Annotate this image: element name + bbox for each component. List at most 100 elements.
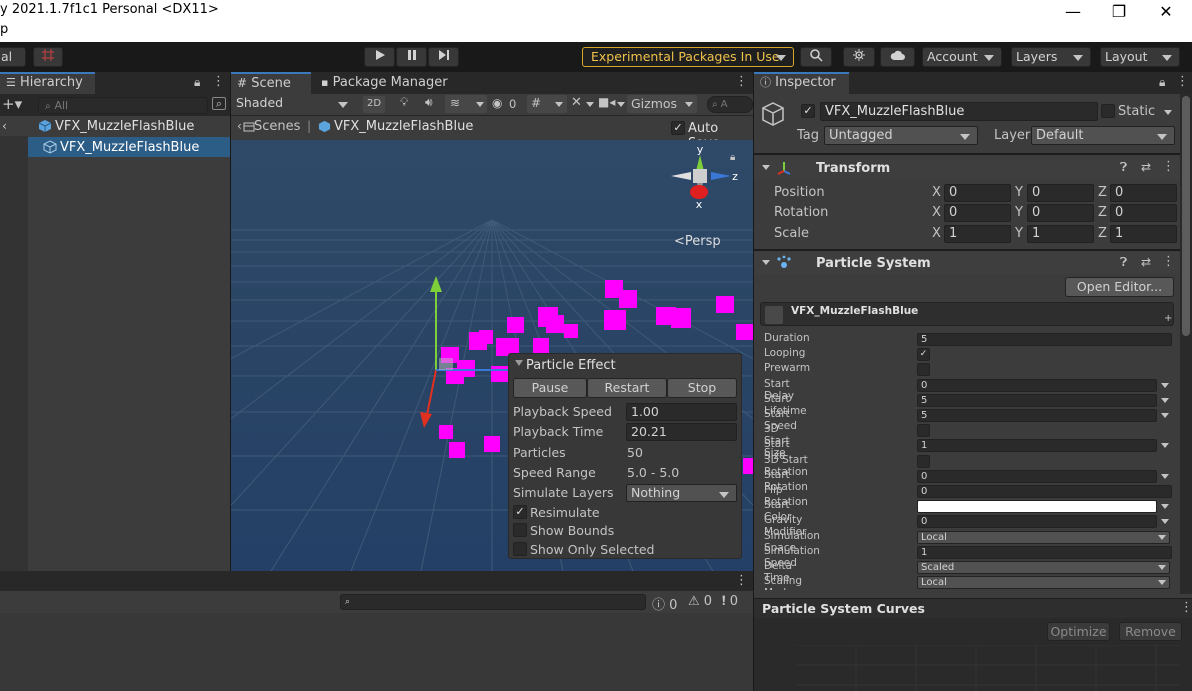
optimize-button[interactable]: Optimize <box>1047 622 1110 641</box>
collapse-triangle-icon[interactable] <box>762 260 770 265</box>
play-button[interactable] <box>364 47 395 67</box>
back-chevron-icon[interactable]: ‹ <box>2 118 7 133</box>
pause-button[interactable] <box>396 47 427 67</box>
tab-inspector[interactable]: ⓘ Inspector <box>754 72 849 94</box>
preset-icon[interactable]: ⇄ <box>1141 160 1151 174</box>
scene-search-input[interactable]: ⌕ A <box>707 96 753 113</box>
cloud-button[interactable] <box>880 47 915 67</box>
account-dropdown[interactable]: Account <box>922 47 1002 67</box>
curves-header[interactable]: Particle System Curves ⋮ <box>754 598 1192 618</box>
shading-mode-dropdown[interactable]: Shaded <box>231 95 355 113</box>
error-count-button[interactable]: ❗︎ 0 <box>722 594 738 609</box>
kebab-menu-icon[interactable]: ⋮ <box>735 573 748 588</box>
static-checkbox[interactable] <box>1101 104 1115 118</box>
tab-package-manager[interactable]: ▪ Package Manager <box>315 72 465 94</box>
hidden-objects-toggle[interactable]: ◉ 0 <box>492 95 528 113</box>
lock-icon[interactable]: 🔒︎ <box>730 152 735 163</box>
tab-hierarchy[interactable]: ☰ Hierarchy <box>0 72 95 94</box>
effects-dropdown[interactable]: ≋ <box>445 95 487 113</box>
transform-y-field[interactable]: 0 <box>1027 184 1094 202</box>
hierarchy-scene-row[interactable]: ‹ VFX_MuzzleFlashBlue <box>0 116 230 136</box>
kebab-menu-icon[interactable]: ⋮ <box>1162 254 1175 269</box>
show-only-selected-checkbox[interactable] <box>513 542 527 556</box>
chevron-down-icon[interactable] <box>1161 397 1169 403</box>
close-button[interactable]: ✕ <box>1146 2 1186 21</box>
property-checkbox[interactable] <box>917 363 930 377</box>
help-icon[interactable]: ❓︎ <box>1120 160 1127 175</box>
kebab-menu-icon[interactable]: ⋮ <box>1176 74 1189 89</box>
scrollbar-thumb[interactable] <box>1182 96 1190 336</box>
lock-icon[interactable]: 🔒︎ <box>194 75 200 90</box>
property-checkbox[interactable] <box>917 454 930 468</box>
kebab-menu-icon[interactable]: ⋮ <box>1180 600 1192 615</box>
2d-toggle[interactable]: 2D <box>363 96 385 113</box>
maximize-button[interactable]: ❐ <box>1099 2 1139 21</box>
object-name-field[interactable]: VFX_MuzzleFlashBlue <box>820 102 1098 121</box>
transform-header[interactable]: Transform ❓︎ ⇄ ⋮ <box>754 157 1180 179</box>
chevron-down-icon[interactable] <box>1158 580 1166 586</box>
property-field[interactable]: 0 <box>917 378 1157 392</box>
audio-icon[interactable]: 🔊︎ <box>425 95 433 110</box>
property-field[interactable]: Local <box>917 530 1170 544</box>
chevron-down-icon[interactable] <box>1158 534 1166 540</box>
property-checkbox[interactable]: ✓ <box>917 348 930 362</box>
back-chevron-icon[interactable]: ‹ <box>237 119 242 133</box>
collapse-triangle-icon[interactable] <box>762 165 770 170</box>
search-button[interactable] <box>800 47 832 67</box>
chevron-down-icon[interactable] <box>1161 413 1169 418</box>
transform-z-field[interactable]: 1 <box>1110 225 1177 243</box>
breadcrumb-scenes[interactable]: Scenes <box>254 119 300 134</box>
warning-count-button[interactable]: ⚠︎ 0 <box>688 594 712 609</box>
transform-x-field[interactable]: 0 <box>944 204 1011 222</box>
particle-module-header[interactable]: VFX_MuzzleFlashBlue + <box>760 302 1174 326</box>
remove-button[interactable]: Remove <box>1119 622 1182 641</box>
chevron-down-icon[interactable] <box>1161 504 1169 510</box>
property-field[interactable]: 0 <box>917 469 1157 483</box>
property-field[interactable]: 5 <box>917 393 1157 407</box>
console-search-input[interactable]: ⌕ <box>340 594 646 610</box>
chevron-down-icon[interactable] <box>1161 519 1169 525</box>
transform-y-field[interactable]: 0 <box>1027 204 1094 222</box>
lighting-icon[interactable]: 💡︎ <box>400 95 408 110</box>
breadcrumb-prefab[interactable]: VFX_MuzzleFlashBlue <box>334 119 473 134</box>
add-module-icon[interactable]: + <box>1164 313 1172 324</box>
property-field[interactable]: Local <box>917 576 1170 590</box>
menu-fragment[interactable]: p <box>0 22 8 37</box>
transform-z-field[interactable]: 0 <box>1110 204 1177 222</box>
start-color-swatch[interactable] <box>917 500 1157 514</box>
chevron-down-icon[interactable] <box>1158 565 1166 570</box>
tag-dropdown[interactable]: Untagged <box>824 126 978 145</box>
step-button[interactable] <box>428 47 459 67</box>
stop-effect-button[interactable]: Stop <box>667 378 737 398</box>
preset-icon[interactable]: ⇄ <box>1141 255 1151 269</box>
effect-row-value[interactable]: 20.21 <box>626 423 737 441</box>
kebab-menu-icon[interactable]: ⋮ <box>212 74 225 89</box>
property-field[interactable]: 1 <box>917 439 1157 453</box>
transform-x-field[interactable]: 1 <box>944 225 1011 243</box>
layers-dropdown[interactable]: Layers <box>1011 47 1091 67</box>
camera-icon[interactable]: ■◂ <box>598 95 615 109</box>
restart-effect-button[interactable]: Restart <box>587 378 667 398</box>
collapse-triangle-icon[interactable] <box>515 360 523 366</box>
chevron-down-icon[interactable] <box>1161 473 1169 479</box>
kebab-menu-icon[interactable]: ⋮ <box>735 74 748 89</box>
hierarchy-selected-row[interactable]: VFX_MuzzleFlashBlue <box>0 137 230 157</box>
chevron-down-icon[interactable] <box>1164 110 1172 115</box>
transform-x-field[interactable]: 0 <box>944 184 1011 202</box>
hierarchy-search-input[interactable]: ⌕ All <box>38 97 208 114</box>
console-log-area[interactable] <box>0 613 753 691</box>
perspective-label[interactable]: <Persp <box>674 234 721 249</box>
property-field[interactable]: 5 <box>917 409 1157 422</box>
layout-dropdown[interactable]: Layout <box>1100 47 1180 67</box>
active-checkbox[interactable]: ✓ <box>801 104 815 118</box>
pause-effect-button[interactable]: Pause <box>513 378 587 398</box>
property-field[interactable]: 5 <box>917 333 1172 346</box>
orientation-gizmo[interactable]: y x z <box>669 146 739 226</box>
property-field[interactable]: 1 <box>917 545 1172 559</box>
open-editor-button[interactable]: Open Editor... <box>1065 277 1174 297</box>
show-bounds-checkbox[interactable] <box>513 523 527 537</box>
chevron-down-icon[interactable] <box>586 102 594 107</box>
minimize-button[interactable]: — <box>1053 2 1093 21</box>
lock-icon[interactable]: 🔒︎ <box>1159 75 1165 90</box>
tools-icon[interactable]: ✕ <box>571 95 582 110</box>
